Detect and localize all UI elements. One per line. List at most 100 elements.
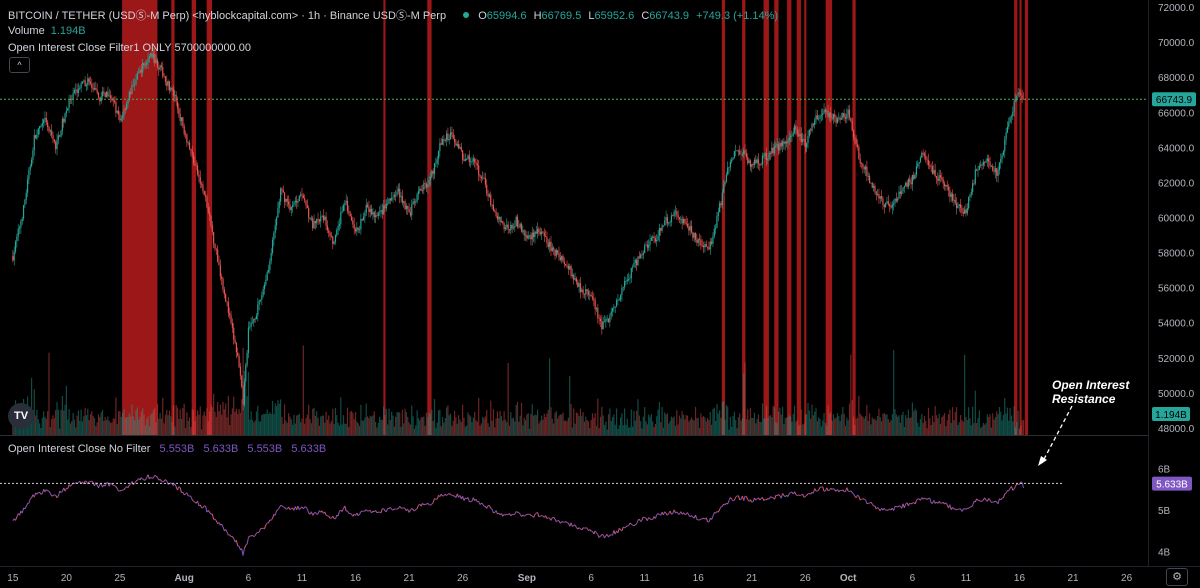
candle-body bbox=[333, 241, 335, 244]
volume-bar bbox=[233, 396, 235, 435]
volume-bar bbox=[744, 362, 746, 435]
price-chart[interactable]: 72000.070000.068000.066000.064000.062000… bbox=[0, 0, 1200, 588]
symbol-title[interactable]: BITCOIN / TETHER (USDⓈ-M Perp) <hyblockc… bbox=[8, 10, 446, 22]
oi-segment bbox=[443, 493, 446, 497]
volume-bar bbox=[632, 426, 634, 435]
candle-body bbox=[876, 194, 879, 195]
volume-bar bbox=[411, 405, 413, 435]
volume-bar bbox=[297, 415, 299, 435]
candle-body bbox=[879, 196, 881, 199]
volume-bar bbox=[733, 411, 735, 435]
candle-body bbox=[828, 112, 831, 117]
oi-segment bbox=[360, 510, 363, 513]
volume-bar bbox=[168, 410, 171, 435]
low-value: 65952.6 bbox=[594, 10, 635, 22]
volume-bar bbox=[247, 371, 250, 435]
oi-segment bbox=[270, 518, 273, 521]
filter-legend[interactable]: Open Interest Close Filter1 ONLY 5700000… bbox=[8, 42, 251, 54]
candle-body bbox=[768, 152, 770, 160]
volume-bar bbox=[214, 411, 216, 435]
volume-bar bbox=[202, 415, 204, 435]
volume-bar bbox=[290, 419, 292, 435]
candle-body bbox=[159, 65, 161, 70]
oi-legend[interactable]: Open Interest Close No Filter 5.553B 5.6… bbox=[8, 443, 326, 455]
oi-segment bbox=[248, 535, 251, 538]
oi-segment bbox=[770, 496, 773, 498]
candle-body bbox=[135, 79, 137, 85]
volume-bar bbox=[498, 418, 500, 435]
candle-body bbox=[385, 203, 387, 209]
candle-body bbox=[183, 126, 185, 135]
volume-bar bbox=[1020, 425, 1022, 435]
candle-body bbox=[549, 241, 551, 247]
oi-segment bbox=[327, 515, 329, 517]
volume-bar bbox=[914, 408, 916, 435]
volume-bar bbox=[745, 418, 748, 435]
candle-body bbox=[799, 133, 801, 137]
volume-bar bbox=[666, 413, 669, 435]
volume-bar bbox=[858, 395, 860, 435]
volume-bar bbox=[292, 424, 294, 435]
oi-segment bbox=[1010, 486, 1014, 491]
volume-bar bbox=[227, 395, 229, 435]
gear-icon[interactable]: ⚙ bbox=[1166, 568, 1188, 586]
candle-body bbox=[404, 201, 406, 210]
candle-body bbox=[846, 114, 848, 119]
volume-bar bbox=[763, 418, 765, 435]
volume-bar bbox=[346, 407, 349, 435]
oi-segment bbox=[488, 505, 492, 509]
candle-body bbox=[172, 88, 175, 96]
volume-bar bbox=[673, 416, 675, 435]
candle-body bbox=[203, 191, 205, 196]
volume-bar bbox=[192, 409, 195, 435]
volume-bar bbox=[922, 422, 924, 435]
oi-segment bbox=[141, 477, 144, 480]
volume-bar bbox=[1005, 413, 1007, 435]
candle-body bbox=[938, 175, 940, 181]
oi-segment bbox=[538, 515, 541, 518]
candle-body bbox=[685, 222, 687, 224]
oi-segment bbox=[408, 509, 411, 513]
volume-bar bbox=[982, 422, 984, 435]
candle-body bbox=[840, 118, 843, 120]
collapse-legend-button[interactable]: ^ bbox=[9, 57, 30, 73]
volume-bar bbox=[128, 413, 130, 435]
candle-body bbox=[392, 196, 394, 198]
volume-bar bbox=[712, 408, 714, 435]
highlight-band bbox=[1014, 0, 1018, 435]
candle-body bbox=[739, 150, 741, 154]
volume-bar bbox=[207, 421, 209, 435]
candle-body bbox=[820, 115, 822, 116]
candle-body bbox=[72, 93, 74, 100]
candle-body bbox=[113, 100, 116, 102]
oi-segment bbox=[202, 505, 205, 509]
volume-bar bbox=[893, 350, 895, 435]
volume-bar bbox=[974, 390, 976, 435]
oi-segment bbox=[766, 498, 769, 501]
candle-body bbox=[615, 300, 618, 307]
volume-legend[interactable]: Volume 1.194B bbox=[8, 25, 86, 37]
volume-bar bbox=[929, 418, 931, 435]
volume-bar bbox=[43, 411, 45, 435]
oi-segment bbox=[15, 516, 18, 521]
volume-bar bbox=[628, 427, 630, 435]
volume-bar bbox=[911, 402, 914, 435]
candle-body bbox=[35, 135, 37, 139]
candle-body bbox=[511, 224, 513, 229]
volume-bar bbox=[1021, 420, 1023, 435]
highlight-band bbox=[825, 0, 833, 435]
oi-segment bbox=[924, 497, 927, 500]
volume-bar bbox=[598, 428, 600, 435]
volume-bar bbox=[882, 413, 884, 435]
volume-bar bbox=[715, 420, 717, 435]
tradingview-logo[interactable]: TV bbox=[8, 403, 34, 429]
volume-bar bbox=[831, 420, 833, 435]
volume-bar bbox=[902, 411, 904, 435]
volume-bar bbox=[955, 407, 958, 435]
oi-segment bbox=[649, 518, 652, 520]
time-tick-label: 21 bbox=[746, 573, 758, 584]
candle-body bbox=[672, 215, 674, 217]
volume-bar bbox=[510, 412, 512, 435]
candle-body bbox=[243, 381, 246, 405]
candle-body bbox=[451, 132, 453, 135]
